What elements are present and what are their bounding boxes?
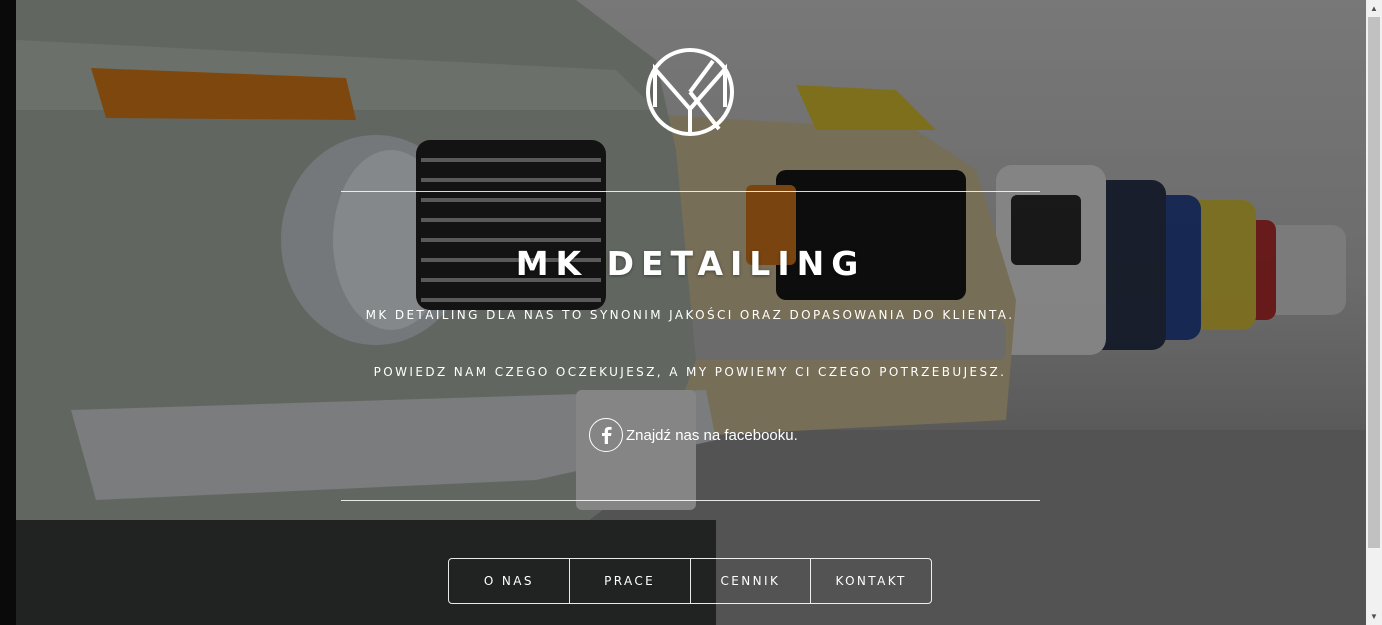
scroll-down-arrow-icon[interactable]: ▼: [1366, 608, 1382, 625]
hero-content: MK DETAILING MK DETAILING DLA NAS TO SYN…: [0, 0, 1366, 625]
scroll-up-arrow-icon[interactable]: ▲: [1366, 0, 1382, 17]
bottom-divider: [341, 500, 1040, 501]
facebook-icon: [589, 418, 623, 452]
nav-item-prace[interactable]: PRACE: [570, 559, 691, 603]
nav-item-kontakt[interactable]: KONTAKT: [811, 559, 931, 603]
page-title: MK DETAILING: [515, 244, 866, 283]
facebook-link[interactable]: Znajdź nas na facebooku.: [589, 417, 798, 453]
nav-item-o-nas[interactable]: O NAS: [449, 559, 570, 603]
tagline-quality: MK DETAILING DLA NAS TO SYNONIM JAKOŚCI …: [365, 308, 1015, 322]
facebook-link-label: Znajdź nas na facebooku.: [626, 426, 798, 444]
browser-viewport: MK DETAILING MK DETAILING DLA NAS TO SYN…: [0, 0, 1366, 625]
nav-item-cennik[interactable]: CENNIK: [691, 559, 812, 603]
tagline-expectations: POWIEDZ NAM CZEGO OCZEKUJESZ, A MY POWIE…: [373, 365, 1007, 379]
main-nav: O NAS PRACE CENNIK KONTAKT: [448, 558, 932, 604]
vertical-scrollbar[interactable]: ▲ ▼: [1366, 0, 1382, 625]
top-divider: [341, 191, 1040, 192]
scrollbar-thumb[interactable]: [1368, 17, 1380, 548]
mk-monogram-logo: [646, 48, 734, 136]
